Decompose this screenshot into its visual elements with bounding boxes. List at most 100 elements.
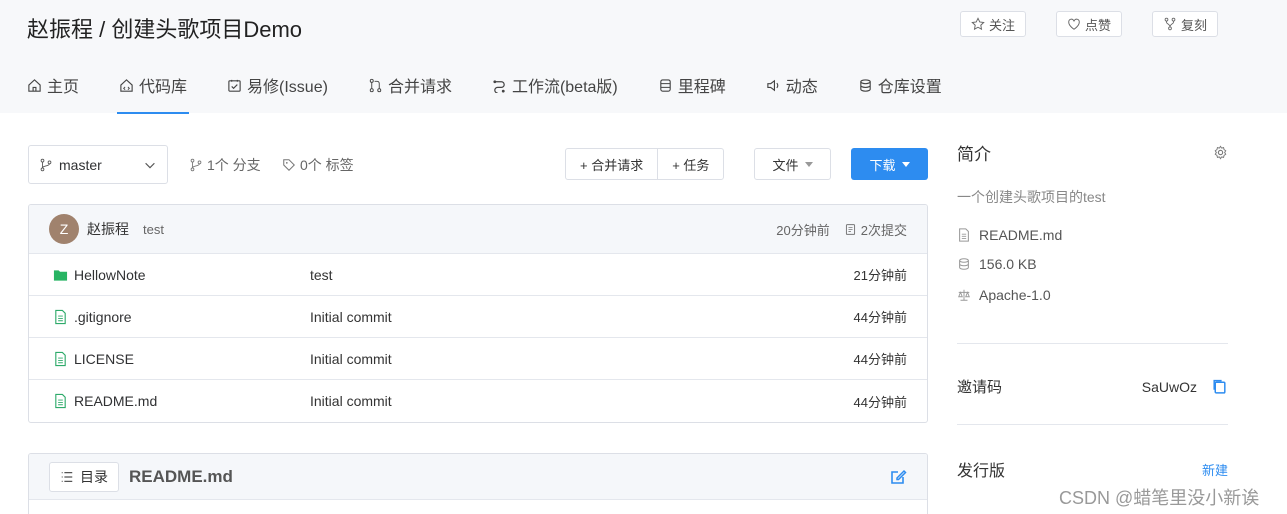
readme-panel: 目录 README.md [28, 453, 928, 514]
workflow-icon [493, 79, 505, 93]
intro-title: 简介 [957, 145, 991, 164]
repo-header: 赵振程 / 创建头歌项目Demo 关注 点赞 复刻 主页 代码库 易修(Issu… [0, 0, 1287, 114]
file-name[interactable]: README.md [74, 393, 157, 409]
new-release-link[interactable]: 新建 [1202, 460, 1228, 479]
star-outline-icon [971, 17, 985, 31]
download-label: 下载 [869, 157, 896, 173]
fork-icon [1164, 17, 1176, 31]
license-name: Apache-1.0 [979, 287, 1051, 303]
edit-icon[interactable] [889, 468, 907, 486]
watch-button[interactable]: 关注 [960, 11, 1027, 37]
file-name[interactable]: .gitignore [74, 309, 132, 325]
file-commit-message[interactable]: Initial commit [310, 351, 392, 367]
gear-icon[interactable] [1213, 145, 1228, 160]
readme-title: README.md [129, 466, 233, 486]
tab-code-label: 代码库 [139, 79, 188, 96]
tab-milestone[interactable]: 里程碑 [658, 66, 726, 114]
commit-author[interactable]: 赵振程 [87, 219, 129, 239]
copy-icon[interactable] [1211, 378, 1228, 395]
commit-icon [845, 223, 855, 235]
avatar[interactable]: Z [49, 214, 79, 244]
toc-button[interactable]: 目录 [49, 461, 119, 492]
repo-size: 156.0 KB [957, 256, 1228, 272]
table-row[interactable]: HellowNote test 21分钟前 [29, 254, 927, 296]
tab-activity-label: 动态 [785, 79, 818, 96]
repo-description: 一个创建头歌项目的test [957, 189, 1106, 205]
tab-merge-request[interactable]: 合并请求 [368, 66, 452, 114]
file-time: 44分钟前 [853, 310, 907, 325]
invite-label: 邀请码 [957, 379, 1003, 396]
tag-icon [283, 159, 295, 171]
home-icon [28, 78, 41, 92]
tab-activity[interactable]: 动态 [766, 66, 818, 114]
tab-workflow[interactable]: 工作流(beta版) [492, 66, 618, 114]
tab-workflow-label: 工作流(beta版) [511, 79, 618, 96]
branch-name: master [59, 156, 102, 173]
tab-home-label: 主页 [47, 79, 80, 96]
new-task-button[interactable]: + 任务 [657, 149, 723, 179]
file-icon [55, 351, 66, 366]
commit-count: 2次提交 [860, 222, 907, 238]
list-icon [61, 471, 73, 482]
file-commit-message[interactable]: test [310, 267, 333, 283]
scale-icon [958, 289, 970, 301]
watermark: CSDN @蜡笔里没小新诶 [1059, 488, 1260, 508]
tag-count-link[interactable]: 0个 标签 [282, 155, 354, 175]
file-commit-message[interactable]: Initial commit [310, 393, 392, 409]
branch-count-link[interactable]: 1个 分支 [189, 155, 261, 175]
branch-icon [40, 158, 52, 171]
readme-link[interactable]: README.md [957, 227, 1228, 243]
chevron-down-icon [145, 162, 155, 168]
file-dropdown-button[interactable]: 文件 [754, 148, 831, 180]
code-icon [120, 78, 133, 92]
file-name[interactable]: HellowNote [74, 267, 146, 283]
tab-issue-label: 易修(Issue) [247, 79, 328, 96]
fork-button[interactable]: 复刻 [1152, 11, 1219, 37]
file-commit-message[interactable]: Initial commit [310, 309, 392, 325]
branch-selector[interactable]: master [28, 145, 168, 184]
new-merge-request-button[interactable]: + 合并请求 [566, 149, 657, 179]
invite-code-row: 邀请码 SaUwOz [957, 376, 1228, 397]
release-row: 发行版 新建 [957, 457, 1228, 481]
release-label: 发行版 [957, 463, 1006, 480]
table-row[interactable]: README.md Initial commit 44分钟前 [29, 380, 927, 422]
file-time: 21分钟前 [853, 268, 907, 283]
tab-milestone-label: 里程碑 [677, 79, 726, 96]
file-icon [959, 228, 969, 242]
file-icon [55, 309, 66, 324]
caret-down-icon [901, 161, 910, 167]
table-row[interactable]: .gitignore Initial commit 44分钟前 [29, 296, 927, 338]
commit-time: 20分钟前 [776, 222, 830, 238]
repo-nav: 主页 代码库 易修(Issue) 合并请求 工作流(beta版) 里程碑 动态 [27, 66, 982, 114]
milestone-icon [660, 78, 671, 92]
tab-code[interactable]: 代码库 [117, 66, 190, 114]
tab-merge-request-label: 合并请求 [387, 79, 452, 96]
commit-message[interactable]: test [143, 222, 164, 237]
heart-icon [1068, 18, 1080, 30]
repo-title[interactable]: 赵振程 / 创建头歌项目Demo [27, 12, 302, 44]
action-button-group: + 合并请求 + 任务 [565, 148, 725, 180]
divider [957, 424, 1228, 425]
toc-label: 目录 [80, 468, 108, 485]
latest-commit: Z 赵振程 test 20分钟前 2次提交 [29, 205, 927, 254]
tab-issue[interactable]: 易修(Issue) [227, 66, 328, 114]
file-icon [55, 393, 66, 409]
issue-icon [228, 79, 241, 92]
repo-sidebar: 简介 一个创建头歌项目的test README.md 156.0 KB Apac… [957, 140, 1228, 303]
database-icon [959, 258, 969, 270]
branch-count: 1个 分支 [207, 157, 261, 173]
file-label: 文件 [772, 157, 799, 173]
file-name[interactable]: LICENSE [74, 351, 134, 367]
tab-home[interactable]: 主页 [27, 66, 79, 114]
tab-settings-label: 仓库设置 [877, 79, 942, 96]
license-link[interactable]: Apache-1.0 [957, 287, 1228, 303]
tab-settings[interactable]: 仓库设置 [858, 66, 942, 114]
star-button[interactable]: 点赞 [1056, 11, 1123, 37]
settings-icon [860, 78, 871, 92]
caret-down-icon [804, 161, 813, 167]
folder-icon [53, 269, 68, 281]
table-row[interactable]: LICENSE Initial commit 44分钟前 [29, 338, 927, 380]
activity-icon [767, 79, 779, 91]
commit-count-link[interactable]: 2次提交 [844, 220, 907, 239]
download-button[interactable]: 下载 [851, 148, 928, 180]
